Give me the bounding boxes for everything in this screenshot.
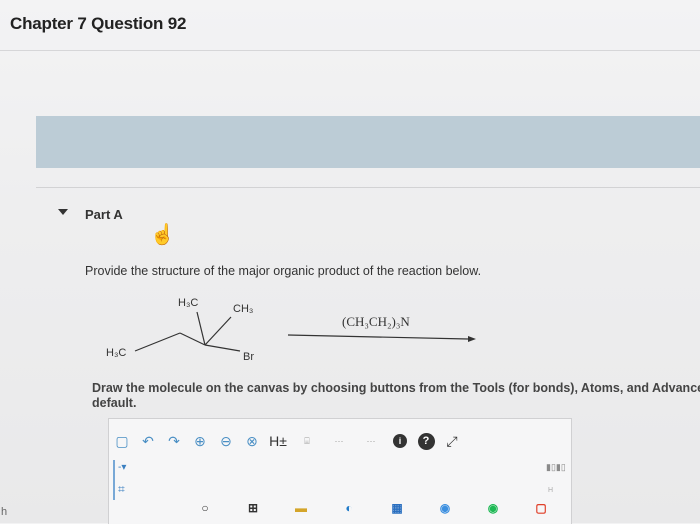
left-edge-text: h	[1, 506, 8, 518]
cont-icon[interactable]: ···	[358, 431, 384, 451]
bond-tool-icon[interactable]: ‑▾	[118, 462, 126, 473]
reactant-skeleton	[134, 311, 241, 352]
help-icon[interactable]: ?	[417, 432, 435, 450]
reagent-label: (CH₃CH₂)₃N	[342, 314, 410, 329]
zoom-in-icon[interactable]: ⊕	[190, 431, 210, 451]
exp-icon[interactable]: ···	[326, 431, 352, 451]
chart-mini-icon: ▮▯▮▯	[546, 462, 566, 472]
expand-icon[interactable]: ⤢	[442, 431, 462, 451]
ch3-top-label: CH₃	[233, 303, 253, 315]
draw-instructions-cont: default.	[92, 396, 137, 410]
side-tool-panel: ‑▾ ⌗	[113, 460, 133, 500]
file-explorer-icon[interactable]: ▬	[291, 498, 311, 518]
edge-browser-icon[interactable]: ◐	[339, 498, 359, 518]
office-icon[interactable]: ▢	[531, 498, 551, 518]
draw-instructions: Draw the molecule on the canvas by choos…	[92, 381, 700, 395]
mini-h-label: H	[548, 487, 554, 494]
taskbar: ○ ⊞ ▬ ◐ ▦ ◉ ◉ ▢	[195, 498, 551, 518]
reaction-arrowhead	[468, 336, 476, 342]
undo-icon[interactable]: ↶	[138, 431, 158, 451]
reaction-arrow	[287, 334, 469, 340]
store-icon[interactable]: ▦	[387, 498, 407, 518]
editor-toolbar: ▢ ↶ ↷ ⊕ ⊖ ⊗ H± ⌸ ··· ··· i ? ⤢	[112, 430, 462, 452]
clear-icon[interactable]: ⊗	[242, 431, 262, 451]
zoom-out-icon[interactable]: ⊖	[216, 431, 236, 451]
h3c-left-label: H₃C	[106, 347, 126, 359]
chrome-icon[interactable]: ◉	[435, 498, 455, 518]
h3c-top-label: H₃C	[178, 297, 198, 309]
hydrogen-toggle-button[interactable]: H±	[268, 431, 288, 451]
template-icon[interactable]: ⌸	[294, 431, 320, 451]
info-icon[interactable]: i	[393, 434, 407, 448]
chain-tool-icon[interactable]: ⌗	[118, 482, 125, 497]
redo-icon[interactable]: ↷	[164, 431, 184, 451]
spotify-icon[interactable]: ◉	[483, 498, 503, 518]
search-taskbar-icon[interactable]: ○	[195, 498, 215, 518]
bromine-label: Br	[243, 351, 254, 363]
task-view-icon[interactable]: ⊞	[243, 498, 263, 518]
new-document-icon[interactable]: ▢	[112, 431, 132, 451]
